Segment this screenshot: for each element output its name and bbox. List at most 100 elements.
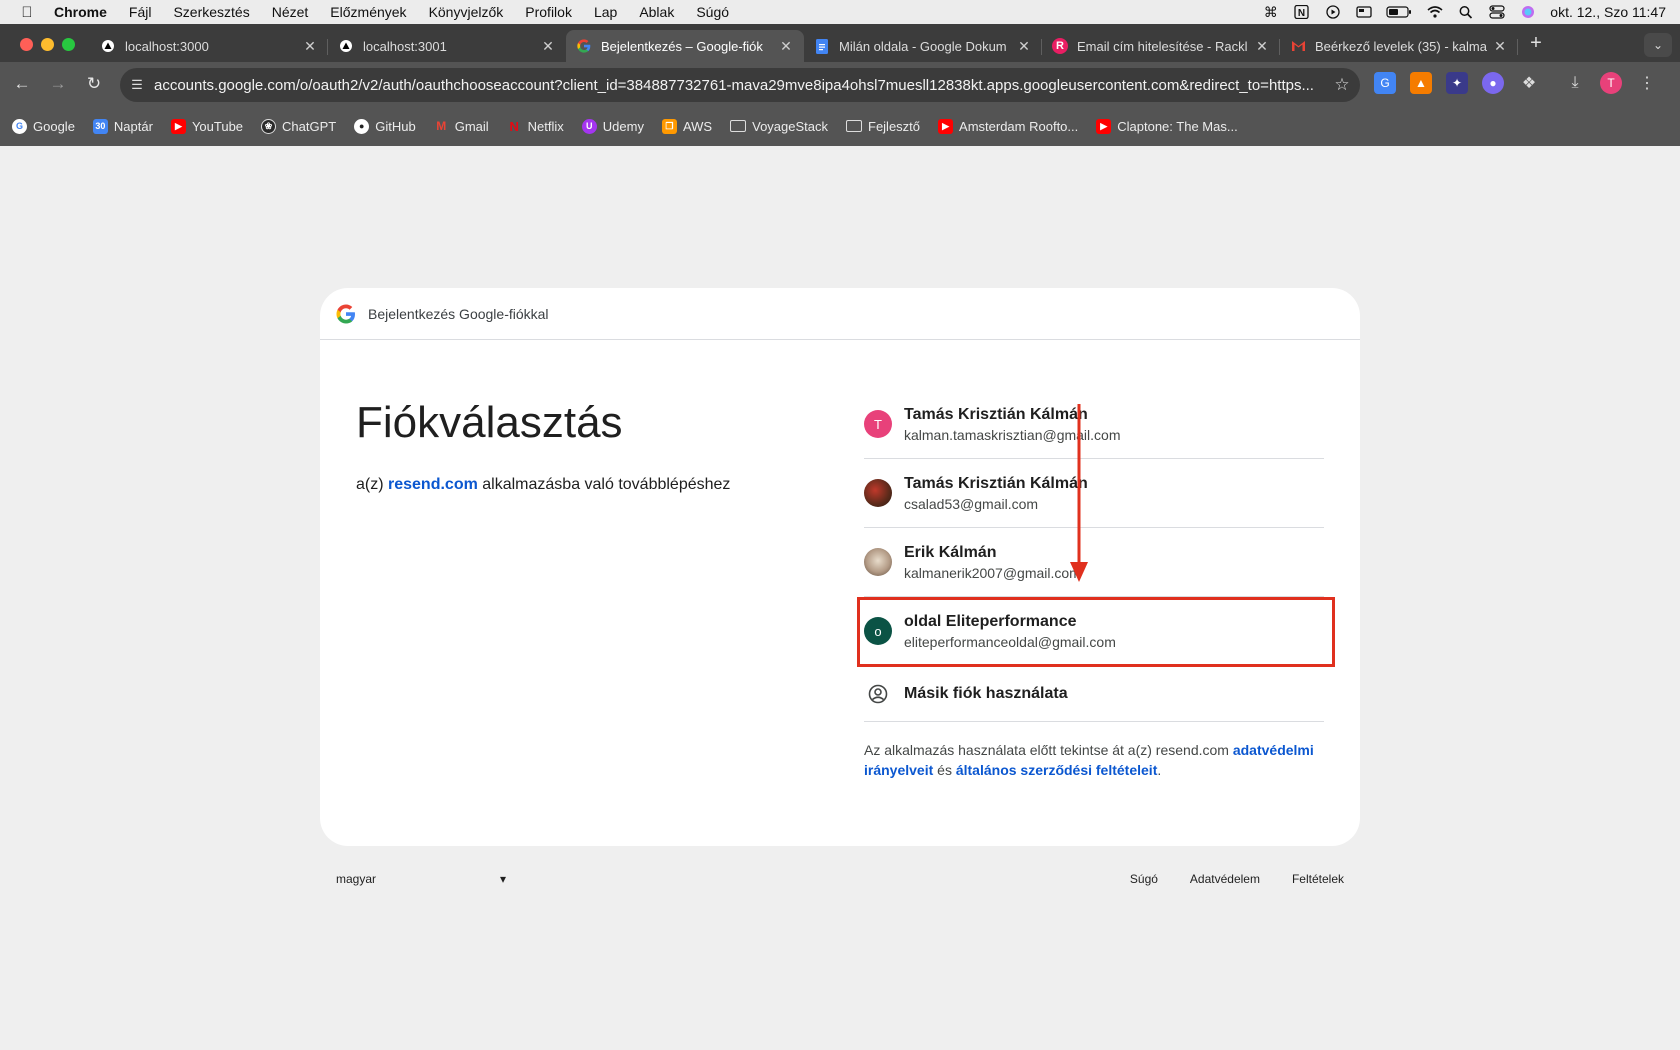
wifi-icon[interactable] (1426, 5, 1443, 19)
command-icon[interactable]: ⌘ (1262, 4, 1279, 20)
close-window-button[interactable] (20, 38, 33, 51)
site-info-icon[interactable]: ☰ (120, 77, 154, 93)
bookmark-google[interactable]: G Google (12, 118, 75, 134)
macos-menubar:  Chrome Fájl Szerkesztés Nézet Előzmény… (0, 0, 1680, 24)
bookmark-label: Google (33, 118, 75, 134)
close-tab-icon[interactable]: ✕ (302, 38, 318, 55)
control-center-icon[interactable] (1488, 5, 1505, 19)
menu-app-chrome[interactable]: Chrome (54, 4, 107, 20)
account-item-csalad53[interactable]: Tamás Krisztián Kálmán csalad53@gmail.co… (864, 459, 1324, 528)
tab-email-verification[interactable]: R Email cím hitelesítése - Rackl ✕ (1042, 30, 1280, 62)
close-tab-icon[interactable]: ✕ (778, 38, 794, 55)
tab-separator (1517, 39, 1518, 55)
bookmark-udemy[interactable]: U Udemy (581, 118, 644, 134)
tab-google-docs[interactable]: Milán oldala - Google Dokum ✕ (804, 30, 1042, 62)
bookmark-label: YouTube (191, 118, 244, 134)
bookmark-youtube-claptone[interactable]: ▶ Claptone: The Mas... (1096, 118, 1238, 134)
use-another-account-button[interactable]: Másik fiók használata (864, 666, 1324, 722)
address-bar[interactable]: ☰ accounts.google.com/o/oauth2/v2/auth/o… (120, 68, 1360, 102)
notion-icon[interactable]: N (1293, 5, 1310, 19)
menu-profiles[interactable]: Profilok (525, 4, 572, 20)
forward-button[interactable]: → (46, 72, 70, 96)
account-text: Erik Kálmán kalmanerik2007@gmail.com (904, 544, 1081, 581)
language-select[interactable]: magyar ▾ (336, 872, 506, 886)
apple-icon[interactable]:  (0, 4, 54, 21)
privacy-link[interactable]: Adatvédelem (1190, 872, 1260, 886)
ghost-extension-icon[interactable]: ● (1482, 72, 1504, 94)
spotlight-search-icon[interactable] (1457, 5, 1474, 19)
puzzle-extensions-icon[interactable]: ❖ (1518, 72, 1540, 94)
bookmark-star-icon[interactable]: ☆ (1324, 75, 1360, 95)
new-tab-button[interactable]: + (1524, 32, 1548, 55)
menu-view[interactable]: Nézet (272, 4, 309, 20)
google-icon: G (12, 118, 27, 134)
tab-gmail-inbox[interactable]: Beérkező levelek (35) - kalma ✕ (1280, 30, 1518, 62)
account-list: T Tamás Krisztián Kálmán kalman.tamaskri… (864, 390, 1324, 722)
minimize-window-button[interactable] (41, 38, 54, 51)
bookmark-label: Amsterdam Roofto... (959, 118, 1079, 134)
account-item-eliteperformanceoldal[interactable]: o oldal Eliteperformance eliteperformanc… (864, 597, 1324, 666)
close-tab-icon[interactable]: ✕ (1254, 38, 1270, 55)
siri-icon[interactable] (1519, 5, 1536, 19)
bookmark-calendar[interactable]: 30 Naptár (92, 118, 153, 134)
play-circle-icon[interactable] (1324, 5, 1341, 19)
bookmark-label: Udemy (602, 118, 644, 134)
account-email: eliteperformanceoldal@gmail.com (904, 633, 1116, 650)
menu-file[interactable]: Fájl (129, 4, 152, 20)
profile-avatar[interactable]: T (1600, 72, 1622, 94)
account-name: Tamás Krisztián Kálmán (904, 474, 1088, 492)
browser-toolbar: ← → ↻ ☰ accounts.google.com/o/oauth2/v2/… (0, 62, 1680, 106)
tab-search-button[interactable]: ⌄ (1644, 33, 1672, 57)
close-tab-icon[interactable]: ✕ (540, 38, 556, 55)
close-tab-icon[interactable]: ✕ (1492, 38, 1508, 55)
page-content: Bejelentkezés Google-fiókkal Fiókválaszt… (0, 146, 1680, 1050)
bookmark-folder-fejleszto[interactable]: Fejlesztő (846, 119, 920, 134)
translate-extension-icon[interactable]: G (1374, 72, 1396, 94)
bookmark-chatgpt[interactable]: ❀ ChatGPT (261, 118, 336, 134)
legal-prefix: Az alkalmazás használata előtt tekintse … (864, 742, 1233, 758)
bookmark-youtube-amsterdam[interactable]: ▶ Amsterdam Roofto... (938, 118, 1079, 134)
bookmark-gmail[interactable]: M Gmail (434, 119, 488, 134)
tab-localhost-3000[interactable]: localhost:3000 ✕ (90, 30, 328, 62)
account-item-kalmanerik2007[interactable]: Erik Kálmán kalmanerik2007@gmail.com (864, 528, 1324, 597)
fox-extension-icon[interactable]: ▲ (1410, 72, 1432, 94)
battery-icon[interactable] (1386, 5, 1412, 19)
app-link[interactable]: resend.com (388, 476, 478, 493)
download-icon[interactable]: ⤓ (1564, 72, 1586, 94)
more-menu-icon[interactable]: ⋮ (1636, 72, 1658, 94)
clock[interactable]: okt. 12., Szo 11:47 (1550, 4, 1666, 20)
menu-window[interactable]: Ablak (639, 4, 674, 20)
close-tab-icon[interactable]: ✕ (1016, 38, 1032, 55)
terms-footer-link[interactable]: Feltételek (1292, 872, 1344, 886)
menu-help[interactable]: Súgó (696, 4, 729, 20)
reload-button[interactable]: ↻ (82, 72, 106, 96)
menu-bookmarks[interactable]: Könyvjelzők (429, 4, 504, 20)
account-email: kalman.tamaskrisztian@gmail.com (904, 426, 1121, 443)
menu-history[interactable]: Előzmények (330, 4, 406, 20)
bookmark-aws[interactable]: ❐ AWS (661, 118, 712, 134)
fullscreen-window-button[interactable] (62, 38, 75, 51)
terms-link[interactable]: általános szerződési feltételeit (956, 762, 1158, 778)
footer-links: Súgó Adatvédelem Feltételek (1130, 872, 1344, 886)
tab-google-signin[interactable]: Bejelentkezés – Google-fiók ✕ (566, 30, 804, 62)
language-value: magyar (336, 872, 377, 886)
page-footer: magyar ▾ Súgó Adatvédelem Feltételek (320, 862, 1360, 902)
address-url[interactable]: accounts.google.com/o/oauth2/v2/auth/oau… (154, 77, 1324, 94)
account-text: oldal Eliteperformance eliteperformanceo… (904, 613, 1116, 650)
netflix-icon: N (509, 118, 519, 134)
back-button[interactable]: ← (10, 72, 34, 96)
bookmark-netflix[interactable]: N Netflix (507, 118, 563, 134)
menu-tab[interactable]: Lap (594, 4, 617, 20)
help-link[interactable]: Súgó (1130, 872, 1158, 886)
bookmark-github[interactable]: ● GitHub (354, 118, 416, 134)
shield-extension-icon[interactable]: ✦ (1446, 72, 1468, 94)
tab-localhost-3001[interactable]: localhost:3001 ✕ (328, 30, 566, 62)
triangle-icon (338, 38, 354, 54)
menu-edit[interactable]: Szerkesztés (173, 4, 249, 20)
bookmark-youtube[interactable]: ▶ YouTube (170, 118, 244, 134)
gmail-icon: M (436, 119, 447, 133)
youtube-icon: ▶ (1096, 118, 1112, 134)
account-item-kalman-tamaskrisztian[interactable]: T Tamás Krisztián Kálmán kalman.tamaskri… (864, 390, 1324, 459)
display-icon[interactable] (1355, 5, 1372, 19)
bookmark-folder-voyagestack[interactable]: VoyageStack (730, 119, 828, 134)
